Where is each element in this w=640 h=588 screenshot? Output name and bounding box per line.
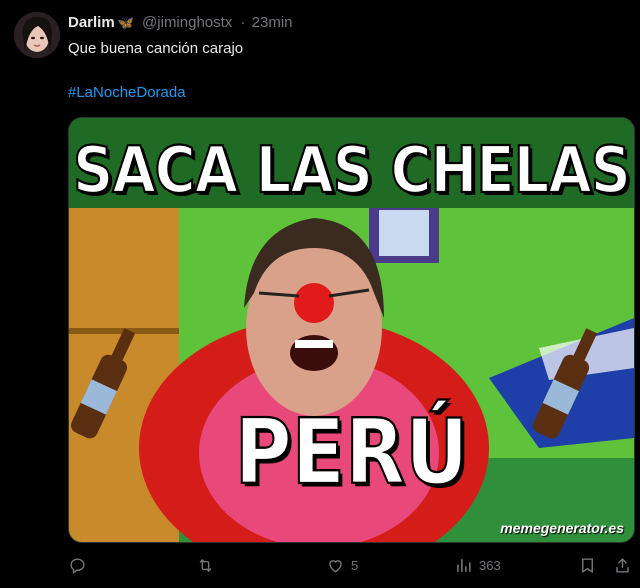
action-bar: 5 363 — [68, 556, 633, 580]
retweet-icon — [199, 558, 212, 573]
author-handle[interactable]: @jiminghostx — [142, 14, 232, 31]
tweet-media-image[interactable]: SACA LAS CHELAS PERÚ memegenerator.es — [68, 117, 635, 543]
bookmark-icon — [582, 558, 593, 574]
like-button[interactable]: 5 — [326, 556, 358, 575]
views-count: 363 — [479, 558, 501, 573]
watermark: memegenerator.es — [500, 520, 624, 536]
avatar[interactable] — [14, 12, 60, 58]
meme-top-text: SACA LAS CHELAS — [72, 132, 632, 209]
tweet-header: Darlim 🦋 @jiminghostx · 23min — [68, 14, 293, 31]
separator-dot: · — [240, 14, 246, 31]
reply-icon — [70, 558, 85, 575]
like-count: 5 — [351, 558, 359, 573]
tweet[interactable]: Darlim 🦋 @jiminghostx · 23min Que buena c… — [0, 0, 640, 588]
retweet-button[interactable] — [196, 556, 215, 575]
share-button[interactable] — [613, 556, 632, 575]
author-name[interactable]: Darlim — [68, 14, 115, 31]
share-icon — [616, 558, 629, 573]
heart-icon — [329, 560, 342, 573]
views-button[interactable]: 363 — [454, 556, 501, 575]
butterfly-icon: 🦋 — [117, 15, 134, 30]
tweet-text: Que buena canción carajo — [68, 40, 244, 57]
reply-button[interactable] — [68, 556, 87, 575]
bookmark-button[interactable] — [578, 556, 597, 575]
hashtag-link[interactable]: #LaNocheDorada — [68, 84, 186, 101]
timestamp[interactable]: 23min — [252, 14, 293, 31]
meme-bottom-text: PERÚ — [234, 400, 470, 506]
views-icon — [457, 559, 471, 572]
